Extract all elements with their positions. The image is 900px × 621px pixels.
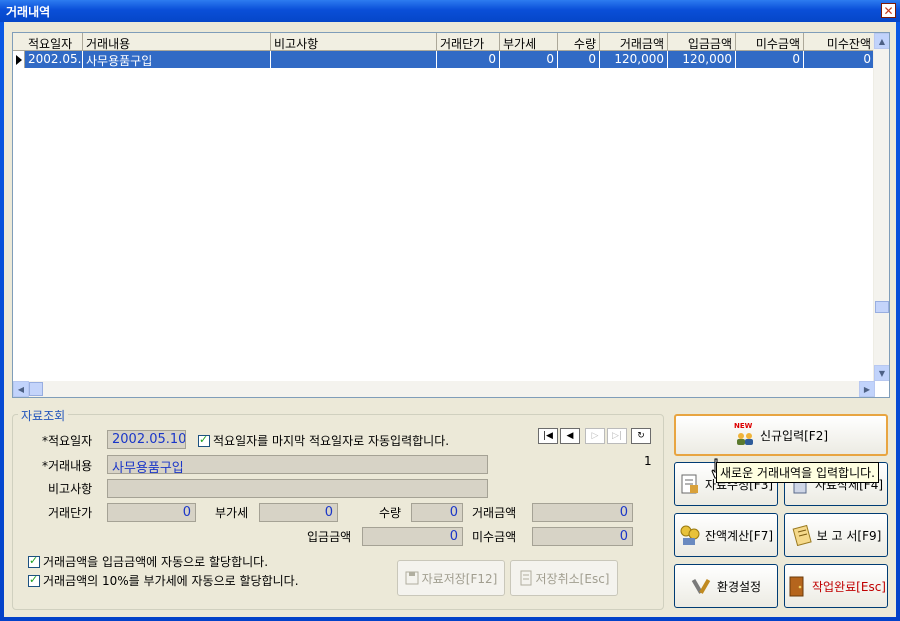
cancel-label: 저장취소[Esc] [535, 571, 610, 586]
checkbox-icon [28, 554, 40, 568]
section-title: 자료조회 [18, 407, 69, 424]
close-button[interactable]: ✕ [881, 3, 896, 18]
tooltip: 새로운 거래내역을 입력합니다. [716, 462, 879, 483]
refresh-icon[interactable]: ↻ [631, 428, 651, 444]
amount-label: 거래금액 [472, 506, 517, 520]
record-counter: 1 [644, 454, 652, 468]
auto-alloc-checkbox[interactable]: 거래금액을 입금금액에 자동으로 할당합니다. [28, 553, 268, 570]
col-header[interactable]: 미수잔액 [804, 33, 875, 51]
unit-price-label: 거래단가 [48, 506, 93, 520]
deposit-field[interactable]: 0 [362, 527, 463, 546]
horizontal-scrollbar[interactable]: ◀ ▶ [13, 381, 875, 397]
new-entry-button[interactable]: NEW 신규입력[F2] [674, 414, 888, 456]
new-user-icon: NEW [734, 422, 756, 446]
window-title: 거래내역 [6, 5, 51, 19]
col-header[interactable]: 수량 [558, 33, 600, 51]
auto-date-checkbox[interactable]: 적요일자를 마지막 적요일자로 자동입력합니다. [198, 432, 449, 449]
date-label: *적요일자 [42, 434, 93, 448]
table-cell: 2002.05.10 [25, 51, 83, 68]
tools-icon [691, 578, 711, 594]
table-cell: 0 [558, 51, 600, 68]
table-cell: 0 [437, 51, 500, 68]
scroll-up-icon[interactable]: ▲ [874, 33, 889, 49]
auto-vat-checkbox[interactable]: 거래금액의 10%를 부가세에 자동으로 할당합니다. [28, 572, 299, 589]
receivable-field[interactable]: 0 [532, 527, 633, 546]
vat-label: 부가세 [215, 506, 249, 520]
auto-date-label: 적요일자를 마지막 적요일자로 자동입력합니다. [213, 434, 450, 448]
report-icon [792, 524, 812, 546]
settings-button[interactable]: 환경설정 [674, 564, 778, 608]
done-button[interactable]: 작업완료[Esc] [784, 564, 888, 608]
settings-label: 환경설정 [716, 579, 762, 594]
save-label: 자료저장[F12] [421, 571, 498, 586]
table-cell: 120,000 [668, 51, 736, 68]
title-bar[interactable]: 거래내역 ✕ [0, 0, 900, 22]
table-cell: 120,000 [600, 51, 668, 68]
save-button[interactable]: 자료저장[F12] [397, 560, 505, 596]
report-label: 보 고 서[F9] [816, 528, 882, 543]
desc-field[interactable]: 사무용품구입 [107, 455, 488, 474]
col-header[interactable]: 부가세 [500, 33, 558, 51]
prev-record-icon[interactable]: ◀ [560, 428, 580, 444]
scroll-down-icon[interactable]: ▼ [874, 365, 889, 381]
table-cell: 0 [736, 51, 804, 68]
col-header[interactable]: 미수금액 [736, 33, 804, 51]
exit-door-icon [789, 576, 804, 597]
note-field[interactable] [107, 479, 488, 498]
floppy-disk-icon [405, 571, 419, 585]
col-header[interactable]: 입금금액 [668, 33, 736, 51]
scroll-left-icon[interactable]: ◀ [13, 381, 29, 397]
col-header[interactable]: 거래내용 [83, 33, 271, 51]
scroll-thumb[interactable] [875, 301, 889, 313]
edit-doc-icon [681, 474, 698, 494]
transaction-grid[interactable]: 적요일자 거래내용 비고사항 거래단가 부가세 수량 거래금액 입금금액 미수금… [12, 32, 890, 398]
date-field[interactable]: 2002.05.10 [107, 430, 186, 449]
calculator-icon [680, 525, 700, 545]
close-icon: ✕ [883, 3, 894, 18]
done-label: 작업완료[Esc] [812, 579, 886, 594]
note-label: 비고사항 [48, 482, 93, 496]
row-indicator-icon [13, 51, 25, 68]
qty-label: 수량 [379, 506, 402, 520]
checkbox-icon [198, 433, 210, 447]
amount-field[interactable]: 0 [532, 503, 633, 522]
hscroll-thumb[interactable] [29, 382, 43, 396]
first-record-icon[interactable]: |◀ [538, 428, 558, 444]
balance-button[interactable]: 잔액계산[F7] [674, 513, 778, 557]
col-header[interactable]: 비고사항 [271, 33, 437, 51]
new-entry-label: 신규입력[F2] [759, 428, 829, 443]
auto-vat-label: 거래금액의 10%를 부가세에 자동으로 할당합니다. [43, 574, 299, 588]
vertical-scrollbar[interactable]: ▲ ▼ [873, 33, 889, 381]
table-cell [271, 51, 437, 68]
table-row[interactable]: 2002.05.10 사무용품구입 0 0 0 120,000 120,000 … [25, 51, 875, 68]
auto-alloc-label: 거래금액을 입금금액에 자동으로 할당합니다. [43, 555, 269, 569]
table-cell: 0 [500, 51, 558, 68]
client-area: 적요일자 거래내용 비고사항 거래단가 부가세 수량 거래금액 입금금액 미수금… [4, 22, 896, 617]
unit-price-field[interactable]: 0 [107, 503, 196, 522]
vat-field[interactable]: 0 [259, 503, 338, 522]
checkbox-icon [28, 573, 40, 587]
cancel-doc-icon [520, 570, 532, 586]
next-record-icon[interactable]: ▷ [585, 428, 605, 444]
col-header[interactable]: 거래단가 [437, 33, 500, 51]
receivable-label: 미수금액 [472, 530, 517, 544]
main-window: 거래내역 ✕ 적요일자 거래내용 비고사항 거래단가 부가세 수량 거래금액 입… [0, 0, 900, 621]
col-header[interactable]: 거래금액 [600, 33, 668, 51]
table-cell: 0 [804, 51, 875, 68]
balance-label: 잔액계산[F7] [704, 528, 774, 543]
grid-header: 적요일자 거래내용 비고사항 거래단가 부가세 수량 거래금액 입금금액 미수금… [13, 33, 875, 51]
cancel-button[interactable]: 저장취소[Esc] [510, 560, 618, 596]
qty-field[interactable]: 0 [411, 503, 463, 522]
table-cell: 사무용품구입 [83, 51, 271, 68]
last-record-icon[interactable]: ▷| [607, 428, 627, 444]
scroll-right-icon[interactable]: ▶ [859, 381, 875, 397]
col-header[interactable]: 적요일자 [25, 33, 83, 51]
deposit-label: 입금금액 [307, 530, 352, 544]
desc-label: *거래내용 [42, 459, 93, 473]
report-button[interactable]: 보 고 서[F9] [784, 513, 888, 557]
